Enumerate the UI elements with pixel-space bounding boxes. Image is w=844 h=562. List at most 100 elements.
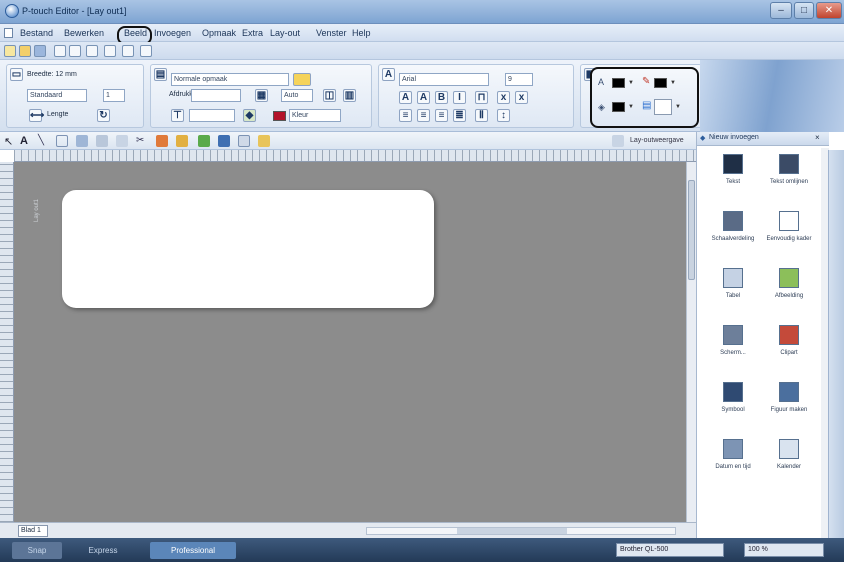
label-area[interactable] — [62, 190, 434, 308]
auto-length-button[interactable] — [293, 73, 311, 86]
menu-bewerken[interactable]: Bewerken — [64, 28, 104, 38]
vertical-scrollbar[interactable] — [686, 162, 696, 522]
insert-object-clipart[interactable]: Clipart — [759, 321, 819, 373]
menu-help[interactable]: Help — [352, 28, 371, 38]
layout-view-label[interactable]: Lay-outweergave — [630, 137, 684, 144]
line-color-swatch[interactable] — [654, 78, 667, 88]
table-tool-icon[interactable] — [76, 135, 88, 147]
print-field[interactable] — [191, 89, 241, 102]
snap-mode-tab[interactable]: Snap — [12, 542, 62, 559]
print-icon[interactable] — [54, 45, 66, 57]
insert-object-symbol[interactable]: Symbool — [703, 378, 763, 430]
bold-icon[interactable]: B — [435, 91, 448, 104]
grow-font-icon[interactable]: A — [399, 91, 412, 104]
sheet-tab[interactable]: Blad 1 — [18, 525, 48, 537]
image-tool-icon[interactable] — [198, 135, 210, 147]
menu-lay-out[interactable]: Lay-out — [270, 28, 300, 38]
align-left-icon[interactable]: ≡ — [399, 109, 412, 122]
menu-opmaak[interactable]: Opmaak — [202, 28, 236, 38]
menu-invoegen[interactable]: Invoegen — [154, 28, 191, 38]
line-color-dropdown-icon[interactable]: ▼ — [670, 78, 677, 88]
horizontal-scroll-thumb[interactable] — [457, 528, 567, 534]
insert-object-shape[interactable]: Figuur maken — [759, 378, 819, 430]
insert-object-scale[interactable]: Schaalverdeling — [703, 207, 763, 259]
insert-object-calendar[interactable]: Kalender — [759, 435, 819, 487]
menu-bestand[interactable]: Bestand — [20, 28, 53, 38]
cut-icon[interactable] — [86, 45, 98, 57]
spacing-icon[interactable]: ↕ — [497, 109, 510, 122]
select-arrow-icon[interactable]: ↖ — [4, 135, 16, 148]
insert-object-clock[interactable]: Datum en tijd — [703, 435, 763, 487]
align-center-icon[interactable]: ≡ — [417, 109, 430, 122]
direction-select[interactable] — [189, 109, 235, 122]
background-dropdown-icon[interactable]: ▼ — [675, 102, 682, 112]
clipart-tool-icon[interactable] — [176, 135, 188, 147]
horizontal-scrollbar[interactable] — [366, 527, 676, 535]
new-icon[interactable] — [4, 45, 16, 57]
rectangle-tool-icon[interactable] — [56, 135, 68, 147]
print-option-icon[interactable]: ▦ — [255, 89, 268, 102]
template-select[interactable]: Normale opmaak — [171, 73, 289, 86]
minimize-button[interactable]: – — [770, 2, 792, 19]
database-tool-icon[interactable] — [218, 135, 230, 147]
text-shrink-icon[interactable]: x — [515, 91, 528, 104]
barcode-tool-icon[interactable] — [96, 135, 108, 147]
insert-object-screen[interactable]: Scherm... — [703, 321, 763, 373]
printer-select[interactable]: Brother QL-500 — [616, 543, 724, 557]
save-icon[interactable] — [34, 45, 46, 57]
copy-icon[interactable] — [104, 45, 116, 57]
font-select[interactable]: Arial — [399, 73, 489, 86]
professional-mode-tab[interactable]: Professional — [150, 542, 236, 559]
preview-icon[interactable] — [69, 45, 81, 57]
paste-icon[interactable] — [122, 45, 134, 57]
calendar-tool-icon[interactable] — [238, 135, 250, 147]
folder-tool-icon[interactable] — [258, 135, 270, 147]
zoom-select[interactable]: 100 % — [744, 543, 824, 557]
menu-venster[interactable]: Venster — [316, 28, 347, 38]
text-tool-icon[interactable]: A — [20, 135, 32, 147]
insert-object-simple-frame[interactable]: Eenvoudig kader — [759, 207, 819, 259]
color-select[interactable]: Kleur — [289, 109, 341, 122]
cut-tool-icon[interactable]: ✂ — [136, 135, 148, 147]
font-size-select[interactable]: 9 — [505, 73, 533, 86]
undo-icon[interactable] — [140, 45, 152, 57]
text-dir-icon[interactable]: ⊤ — [171, 109, 184, 122]
insert-object-frame-text[interactable]: Tekst omlijnen — [759, 150, 819, 202]
align-icon[interactable]: ▥ — [343, 89, 356, 102]
text-color-swatch[interactable] — [612, 78, 625, 88]
fill-color-icon[interactable]: ◆ — [243, 109, 256, 122]
rotate-tool-icon[interactable] — [116, 135, 128, 147]
fill-color-main-swatch[interactable] — [612, 102, 625, 112]
maximize-button[interactable]: □ — [794, 2, 814, 19]
side-tab-strip[interactable] — [828, 150, 844, 538]
text-frame-icon[interactable]: ⊓ — [475, 91, 488, 104]
layout-view-icon[interactable] — [612, 135, 624, 147]
fill-color-swatch[interactable] — [273, 111, 286, 121]
menu-extra[interactable]: Extra — [242, 28, 263, 38]
vertical-text-icon[interactable]: Ⅱ — [475, 109, 488, 122]
rotate-icon[interactable]: ↻ — [97, 109, 110, 122]
italic-icon[interactable]: I — [453, 91, 466, 104]
insert-object-text[interactable]: Tekst — [703, 150, 763, 202]
text-color-dropdown-icon[interactable]: ▼ — [628, 78, 635, 88]
shrink-font-icon[interactable]: A — [417, 91, 430, 104]
close-button[interactable]: ✕ — [816, 2, 842, 19]
background-color-swatch[interactable] — [654, 99, 672, 115]
justify-icon[interactable]: ≣ — [453, 109, 466, 122]
express-mode-tab[interactable]: Express — [66, 542, 140, 559]
open-icon[interactable] — [19, 45, 31, 57]
line-tool-icon[interactable]: ╲ — [38, 135, 50, 147]
vertical-scroll-thumb[interactable] — [688, 180, 695, 280]
paper-length-field[interactable]: 1 — [103, 89, 125, 102]
fill-dropdown-icon[interactable]: ▼ — [628, 102, 635, 112]
paste-tool-icon[interactable] — [156, 135, 168, 147]
pane-close-icon[interactable]: × — [815, 133, 820, 142]
paper-width-select[interactable]: Standaard — [27, 89, 87, 102]
margin-icon[interactable]: ◫ — [323, 89, 336, 102]
auto-field[interactable]: Auto — [281, 89, 313, 102]
insert-object-table[interactable]: Tabel — [703, 264, 763, 316]
align-right-icon[interactable]: ≡ — [435, 109, 448, 122]
layout-canvas[interactable]: Lay out1 — [14, 162, 686, 522]
insert-object-picture[interactable]: Afbeelding — [759, 264, 819, 316]
text-size-icon[interactable]: x — [497, 91, 510, 104]
